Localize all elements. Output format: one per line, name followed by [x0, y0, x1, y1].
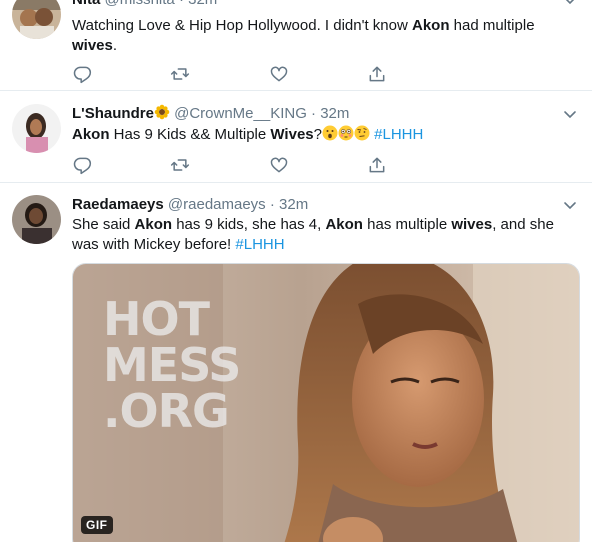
timestamp[interactable]: 32m	[320, 105, 349, 122]
watermark-line: HOT	[103, 292, 210, 346]
watermark-text: HOT MESS .ORG	[103, 292, 241, 438]
text-bold: wives	[72, 37, 113, 54]
display-name[interactable]: L'Shaundre	[72, 105, 154, 122]
like-icon	[270, 157, 288, 173]
text-bold: wives	[451, 216, 493, 233]
text-segment: She said	[72, 216, 135, 233]
tweet-actions	[72, 64, 452, 84]
tweet-header: Raedamaeys @raedamaeys · 32m	[72, 195, 308, 215]
tweet-actions	[72, 155, 452, 175]
watermark-line: .ORG	[103, 384, 230, 438]
like-button[interactable]	[269, 64, 289, 84]
avatar-image	[12, 195, 61, 244]
tweet-header: Nita @missnita · 32m	[72, 0, 217, 10]
user-handle[interactable]: @CrownMe__KING	[174, 105, 307, 122]
timestamp[interactable]: 32m	[279, 196, 308, 213]
user-handle[interactable]: @raedamaeys	[168, 196, 266, 213]
gif-badge: GIF	[81, 516, 113, 534]
text-bold: Akon	[411, 17, 450, 34]
text-bold: Akon	[72, 126, 110, 143]
text-segment: .	[112, 37, 118, 54]
like-button[interactable]	[269, 155, 289, 175]
separator-dot: ·	[311, 105, 317, 122]
surprised-face-icon	[322, 125, 338, 141]
tweet-text: Akon Has 9 Kids && Multiple Wives? #LHHH	[72, 125, 572, 145]
text-bold: Akon	[134, 216, 173, 233]
avatar[interactable]	[12, 104, 61, 153]
text-bold: Wives	[270, 126, 314, 143]
gif-media[interactable]: HOT MESS .ORG GIF	[72, 263, 580, 542]
tweet-header: L'Shaundre @CrownMe__KING · 32m	[72, 104, 349, 124]
user-handle[interactable]: @missnita	[105, 0, 175, 8]
text-segment: has 9 kids, she has 4,	[172, 216, 326, 233]
retweet-icon	[170, 159, 190, 171]
text-segment: has multiple	[362, 216, 452, 233]
tweet-text: Watching Love & Hip Hop Hollywood. I did…	[72, 16, 572, 56]
tweet-1[interactable]: Nita @missnita · 32m Watching Love & Hip…	[0, 0, 592, 91]
hashtag-link[interactable]: #LHHH	[374, 126, 423, 143]
share-button[interactable]	[367, 64, 387, 84]
share-button[interactable]	[367, 155, 387, 175]
reply-button[interactable]	[72, 64, 92, 84]
separator-dot: ·	[179, 0, 184, 8]
text-bold: Akon	[325, 216, 363, 233]
reply-button[interactable]	[72, 155, 92, 175]
display-name[interactable]: Nita	[72, 0, 100, 8]
avatar[interactable]	[12, 0, 61, 39]
chevron-down-icon[interactable]	[562, 106, 578, 122]
reply-icon	[73, 157, 92, 175]
retweet-icon	[170, 68, 190, 80]
watermark-line: MESS	[103, 338, 241, 392]
avatar[interactable]	[12, 195, 61, 244]
display-name[interactable]: Raedamaeys	[72, 196, 164, 213]
text-segment: Watching Love & Hip Hop Hollywood. I did…	[72, 17, 412, 34]
raised-eyebrow-face-icon	[354, 125, 370, 141]
avatar-image	[12, 104, 61, 153]
hashtag-link[interactable]: #LHHH	[235, 236, 284, 253]
like-icon	[270, 66, 288, 82]
text-segment: had multiple	[449, 17, 535, 34]
sunflower-icon	[154, 104, 170, 120]
share-icon	[369, 66, 385, 82]
text-segment: Has 9 Kids && Multiple	[109, 126, 271, 143]
avatar-image	[12, 0, 61, 39]
tweet-text: She said Akon has 9 kids, she has 4, Ako…	[72, 215, 582, 255]
text-segment: ?	[313, 126, 322, 143]
tweet-2[interactable]: L'Shaundre @CrownMe__KING · 32m Akon Has…	[0, 91, 592, 183]
share-icon	[369, 157, 385, 173]
timestamp[interactable]: 32m	[188, 0, 217, 8]
reply-icon	[73, 66, 92, 84]
retweet-button[interactable]	[170, 155, 190, 175]
retweet-button[interactable]	[170, 64, 190, 84]
separator-dot: ·	[269, 196, 275, 213]
chevron-down-icon[interactable]	[562, 197, 578, 213]
chevron-down-icon[interactable]	[562, 0, 578, 8]
flushed-face-icon	[338, 125, 354, 141]
